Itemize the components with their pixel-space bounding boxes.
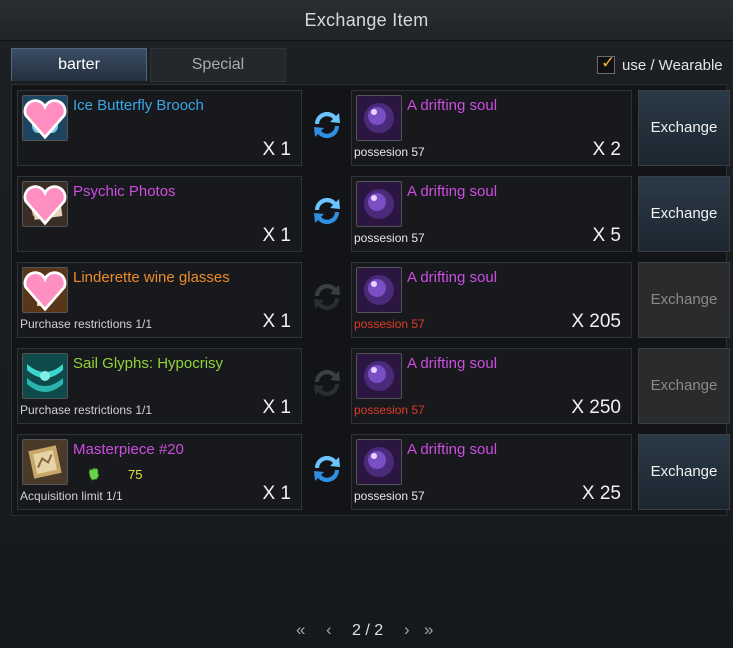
exchange-row: Ice Butterfly Brooch X 1 A drifting soul… <box>17 85 730 166</box>
cost-item-quantity: X 250 <box>571 397 621 418</box>
cost-item-name: A drifting soul <box>407 97 498 114</box>
window-title: Exchange Item <box>304 10 429 30</box>
use-wearable-label: use / Wearable <box>622 57 723 74</box>
reward-item-slot[interactable]: Psychic Photos X 1 <box>17 176 302 252</box>
reward-item-name: Psychic Photos <box>73 183 176 200</box>
heart-icon <box>23 99 67 140</box>
butterfly-brooch-icon <box>22 95 68 141</box>
cost-item-slot[interactable]: A drifting soul possesion 57 X 250 <box>351 348 632 424</box>
cost-item-slot[interactable]: A drifting soul possesion 57 X 205 <box>351 262 632 338</box>
possession-count: possesion 57 <box>354 145 425 159</box>
sail-glyph-icon <box>22 353 68 399</box>
wine-glass-icon <box>22 267 68 313</box>
possession-count: possesion 57 <box>354 489 425 503</box>
drifting-soul-icon <box>356 353 402 399</box>
exchange-row: Psychic Photos X 1 A drifting soul posse… <box>17 171 730 252</box>
cost-item-slot[interactable]: A drifting soul possesion 57 X 2 <box>351 90 632 166</box>
heart-icon <box>23 185 67 226</box>
cost-item-quantity: X 5 <box>592 225 621 246</box>
drifting-soul-icon <box>356 267 402 313</box>
photos-icon <box>22 181 68 227</box>
exchange-button[interactable]: Exchange <box>638 348 730 424</box>
masterpiece-icon <box>22 439 68 485</box>
possession-count: possesion 57 <box>354 317 425 331</box>
exchange-row: Sail Glyphs: Hypocrisy Purchase restrict… <box>17 343 730 424</box>
reward-item-name: Sail Glyphs: Hypocrisy <box>73 355 224 372</box>
page-indicator: 2 / 2 <box>352 622 384 639</box>
exchange-button[interactable]: Exchange <box>638 176 730 252</box>
reward-item-quantity: X 1 <box>262 397 291 418</box>
swap-arrows-icon <box>309 279 345 315</box>
reward-item-note: Purchase restrictions 1/1 <box>20 403 153 417</box>
tab-special[interactable]: Special <box>150 48 286 82</box>
reward-item-quantity: X 1 <box>262 225 291 246</box>
exchange-list: Ice Butterfly Brooch X 1 A drifting soul… <box>11 84 730 516</box>
last-page-icon[interactable]: » <box>424 620 433 640</box>
pagination: « ‹ 2 / 2 › » <box>296 620 446 644</box>
reward-item-note: Purchase restrictions 1/1 <box>20 317 153 331</box>
exchange-window: Exchange Item barter Special ✓ use / Wea… <box>0 0 733 648</box>
swap-arrows-icon <box>309 365 345 401</box>
exchange-button[interactable]: Exchange <box>638 262 730 338</box>
reward-item-quantity: X 1 <box>262 311 291 332</box>
swap-arrows-icon <box>309 193 345 229</box>
possession-count: possesion 57 <box>354 231 425 245</box>
title-bar[interactable]: Exchange Item <box>0 0 733 41</box>
cost-item-slot[interactable]: A drifting soul possesion 57 X 25 <box>351 434 632 510</box>
reward-item-slot[interactable]: Ice Butterfly Brooch X 1 <box>17 90 302 166</box>
reward-item-slot[interactable]: Sail Glyphs: Hypocrisy Purchase restrict… <box>17 348 302 424</box>
fist-icon <box>88 467 100 481</box>
checkmark-icon: ✓ <box>601 53 616 72</box>
cost-item-name: A drifting soul <box>407 441 498 458</box>
cost-item-quantity: X 25 <box>581 483 621 504</box>
exchange-button[interactable]: Exchange <box>638 90 730 166</box>
cost-item-name: A drifting soul <box>407 183 498 200</box>
next-page-icon[interactable]: › <box>404 620 410 640</box>
possession-count: possesion 57 <box>354 403 425 417</box>
drifting-soul-icon <box>356 181 402 227</box>
exchange-button[interactable]: Exchange <box>638 434 730 510</box>
reward-item-slot[interactable]: Linderette wine glasses Purchase restric… <box>17 262 302 338</box>
heart-icon <box>23 271 67 312</box>
exchange-row: Linderette wine glasses Purchase restric… <box>17 257 730 338</box>
reward-item-name: Ice Butterfly Brooch <box>73 97 204 114</box>
swap-arrows-icon <box>309 107 345 143</box>
reward-item-note: Acquisition limit 1/1 <box>20 489 123 503</box>
drifting-soul-icon <box>356 95 402 141</box>
reward-item-name: Linderette wine glasses <box>73 269 230 286</box>
cost-item-slot[interactable]: A drifting soul possesion 57 X 5 <box>351 176 632 252</box>
reward-item-slot[interactable]: Masterpiece #20 75 Acquisition limit 1/1… <box>17 434 302 510</box>
cost-item-name: A drifting soul <box>407 269 498 286</box>
prev-page-icon[interactable]: ‹ <box>326 620 332 640</box>
drifting-soul-icon <box>356 439 402 485</box>
reward-item-quantity: X 1 <box>262 139 291 160</box>
swap-arrows-icon <box>309 451 345 487</box>
tab-barter[interactable]: barter <box>11 48 147 81</box>
cost-item-quantity: X 205 <box>571 311 621 332</box>
stat-value: 75 <box>128 467 143 482</box>
cost-item-quantity: X 2 <box>592 139 621 160</box>
use-wearable-checkbox[interactable]: ✓ <box>597 53 616 74</box>
reward-item-quantity: X 1 <box>262 483 291 504</box>
exchange-row: Masterpiece #20 75 Acquisition limit 1/1… <box>17 429 730 510</box>
cost-item-name: A drifting soul <box>407 355 498 372</box>
reward-item-name: Masterpiece #20 <box>73 441 184 458</box>
first-page-icon[interactable]: « <box>296 620 305 640</box>
